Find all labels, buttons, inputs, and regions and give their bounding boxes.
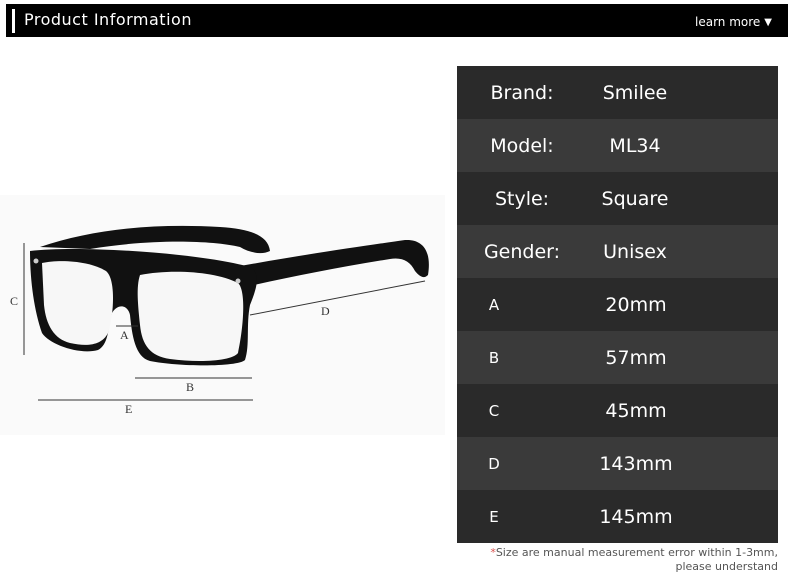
spec-row-model: Model: ML34 <box>457 119 778 172</box>
spec-value: Smilee <box>602 81 668 104</box>
spec-value: 143mm <box>599 452 673 475</box>
glasses-illustration: C A D B E <box>0 195 445 435</box>
spec-key: Gender: <box>483 240 561 263</box>
hinge-rivet <box>33 258 39 264</box>
spec-key: C <box>488 401 500 420</box>
header-accent-bar <box>12 9 15 33</box>
spec-key: A <box>488 295 500 314</box>
spec-value: 20mm <box>605 293 667 316</box>
hinge-rivet <box>235 278 241 284</box>
spec-key: Model: <box>490 134 554 157</box>
spec-row-gender: Gender: Unisex <box>457 225 778 278</box>
dimension-e-label: E <box>125 402 132 416</box>
footnote-line-1: Size are manual measurement error within… <box>495 546 778 559</box>
footnote-line-2: please understand <box>675 560 779 573</box>
measurement-footnote: *Size are manual measurement error withi… <box>448 546 778 574</box>
glasses-diagram: C A D B E <box>10 225 429 416</box>
dimension-d-label: D <box>321 304 330 318</box>
spec-row-style: Style: Square <box>457 172 778 225</box>
dimension-c-label: C <box>10 294 18 308</box>
dimension-d-line <box>249 280 426 316</box>
spec-key: D <box>488 454 500 473</box>
spec-table: Brand: Smilee Model: ML34 Style: Square … <box>457 66 778 543</box>
spec-value: Unisex <box>603 240 667 263</box>
spec-value: Square <box>601 187 669 210</box>
spec-value: 45mm <box>605 399 667 422</box>
dimension-b-label: B <box>186 380 194 394</box>
learn-more-link[interactable]: learn more ▼ <box>695 15 772 29</box>
spec-key: Brand: <box>490 81 554 104</box>
spec-value: 57mm <box>605 346 667 369</box>
spec-key: E <box>489 507 499 526</box>
spec-row-c: C 45mm <box>457 384 778 437</box>
page-title: Product Information <box>24 10 192 29</box>
learn-more-label: learn more <box>695 15 761 29</box>
spec-row-b: B 57mm <box>457 331 778 384</box>
spec-value: ML34 <box>609 134 661 157</box>
dimension-a-label: A <box>120 328 129 342</box>
spec-row-brand: Brand: Smilee <box>457 66 778 119</box>
spec-row-e: E 145mm <box>457 490 778 543</box>
spec-key: Style: <box>494 187 550 210</box>
caret-down-icon: ▼ <box>764 16 772 28</box>
header-bar: Product Information learn more ▼ <box>6 4 788 37</box>
spec-row-a: A 20mm <box>457 278 778 331</box>
spec-key: B <box>488 348 500 367</box>
spec-value: 145mm <box>599 505 673 528</box>
right-lens <box>137 271 244 361</box>
product-info-page: Product Information learn more ▼ C A D B… <box>0 0 790 586</box>
spec-row-d: D 143mm <box>457 437 778 490</box>
